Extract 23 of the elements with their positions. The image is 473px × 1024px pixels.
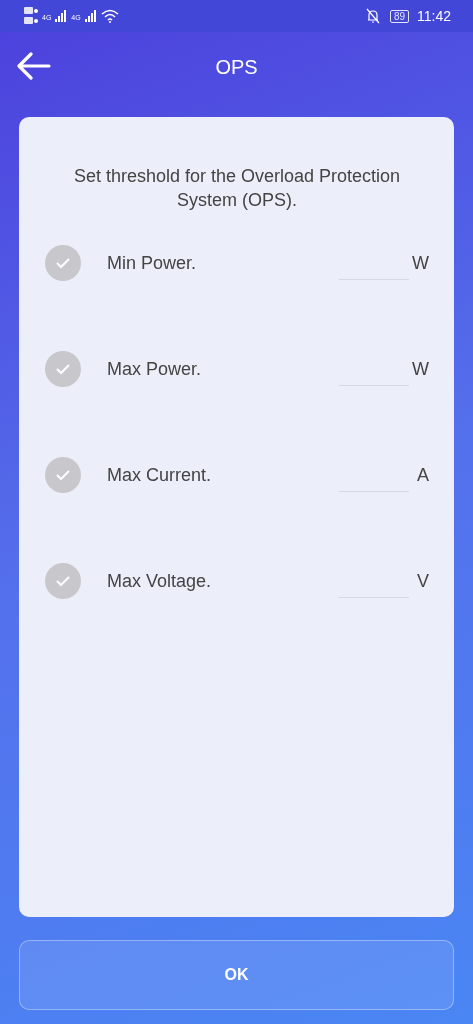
description-text: Set threshold for the Overload Protection System (OPS). (72, 165, 402, 212)
wifi-icon (100, 9, 119, 23)
unit-label: V (416, 570, 429, 593)
field-label: Max Current. (107, 464, 213, 487)
hd-icon (24, 6, 38, 26)
battery-level: 89 (389, 9, 409, 23)
signal-icon (55, 10, 68, 22)
checkbox[interactable] (45, 245, 81, 281)
unit-label: W (411, 358, 429, 381)
checkbox[interactable] (45, 351, 81, 387)
back-arrow-icon[interactable] (17, 52, 51, 80)
unit-label: A (416, 464, 429, 487)
field-label: Max Power. (107, 358, 203, 381)
checkbox[interactable] (45, 457, 81, 493)
field-label: Max Voltage. (107, 570, 213, 593)
ok-button[interactable]: OK (19, 940, 454, 1010)
bell-off-icon (365, 8, 380, 24)
checkbox[interactable] (45, 563, 81, 599)
clock-time: 11:42 (417, 8, 451, 24)
unit-label: W (411, 252, 429, 275)
signal-icon (84, 10, 97, 22)
screen-title: OPS (215, 55, 258, 79)
field-label: Min Power. (107, 252, 198, 275)
